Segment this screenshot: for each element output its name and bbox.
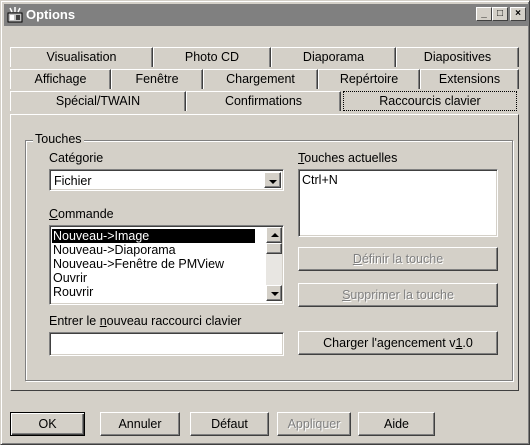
help-button[interactable]: Aide bbox=[358, 412, 435, 436]
category-dropdown-button[interactable] bbox=[264, 172, 281, 188]
tab-extensions[interactable]: Extensions bbox=[420, 69, 519, 89]
current-keys-listbox[interactable]: Ctrl+N bbox=[298, 169, 498, 237]
new-shortcut-input[interactable] bbox=[49, 332, 284, 356]
chevron-down-icon bbox=[269, 180, 277, 184]
list-item[interactable]: Nouveau->Fenêtre de PMView bbox=[52, 257, 255, 271]
close-icon: × bbox=[515, 8, 521, 19]
new-shortcut-label: Entrer le nouveau raccourci clavier bbox=[49, 314, 242, 328]
chevron-down-icon bbox=[271, 292, 279, 296]
apply-button[interactable]: Appliquer bbox=[277, 412, 351, 436]
tab-diapositives[interactable]: Diapositives bbox=[396, 47, 519, 67]
ok-button[interactable]: OK bbox=[10, 412, 85, 436]
tab-raccourcis-clavier[interactable]: Raccourcis clavier bbox=[343, 91, 517, 111]
maximize-icon: □ bbox=[496, 8, 504, 19]
tab-fenetre[interactable]: Fenêtre bbox=[111, 69, 203, 89]
window-title: Options bbox=[26, 7, 76, 22]
list-item[interactable]: Rouvrir bbox=[52, 285, 255, 299]
tab-visualisation[interactable]: Visualisation bbox=[10, 47, 153, 67]
minimize-icon: _ bbox=[481, 8, 487, 19]
options-window: Options _ □ × Visualisation Photo CD Dia… bbox=[0, 0, 530, 445]
define-key-button[interactable]: Définir la touche bbox=[298, 247, 498, 271]
tab-confirmations[interactable]: Confirmations bbox=[186, 91, 341, 111]
command-scrollbar[interactable] bbox=[266, 227, 282, 301]
default-button[interactable]: Défaut bbox=[190, 412, 269, 436]
command-label: Commande bbox=[49, 207, 114, 221]
load-layout-button[interactable]: Charger l'agencement v1.0 bbox=[298, 331, 498, 355]
list-item[interactable]: Ctrl+N bbox=[301, 173, 491, 187]
scroll-up-button[interactable] bbox=[266, 227, 282, 243]
title-bar[interactable]: Options _ □ × bbox=[4, 4, 528, 26]
app-icon bbox=[7, 7, 23, 23]
cancel-button[interactable]: Annuler bbox=[100, 412, 180, 436]
list-item[interactable]: Nouveau->Image bbox=[52, 229, 255, 243]
current-keys-label: Touches actuelles bbox=[298, 151, 398, 165]
maximize-button[interactable]: □ bbox=[492, 7, 508, 21]
touches-legend: Touches bbox=[33, 132, 84, 146]
tab-repertoire[interactable]: Repértoire bbox=[318, 69, 420, 89]
category-combobox[interactable]: Fichier bbox=[49, 169, 284, 191]
tab-chargement[interactable]: Chargement bbox=[203, 69, 318, 89]
tab-special-twain[interactable]: Spécial/TWAIN bbox=[10, 91, 186, 111]
scroll-down-button[interactable] bbox=[266, 285, 282, 301]
tab-diaporama[interactable]: Diaporama bbox=[271, 47, 396, 67]
chevron-up-icon bbox=[271, 233, 279, 237]
minimize-button[interactable]: _ bbox=[476, 7, 492, 21]
category-value: Fichier bbox=[54, 174, 92, 188]
remove-key-button[interactable]: Supprimer la touche bbox=[298, 283, 498, 307]
list-item[interactable]: Nouveau->Diaporama bbox=[52, 243, 255, 257]
scroll-thumb[interactable] bbox=[266, 243, 282, 254]
tab-affichage[interactable]: Affichage bbox=[10, 69, 111, 89]
list-item[interactable]: Ouvrir bbox=[52, 271, 255, 285]
close-button[interactable]: × bbox=[510, 7, 526, 21]
tab-photo-cd[interactable]: Photo CD bbox=[153, 47, 271, 67]
category-label: Catégorie bbox=[49, 151, 104, 165]
command-listbox[interactable]: Nouveau->Image Nouveau->Diaporama Nouvea… bbox=[49, 225, 284, 305]
